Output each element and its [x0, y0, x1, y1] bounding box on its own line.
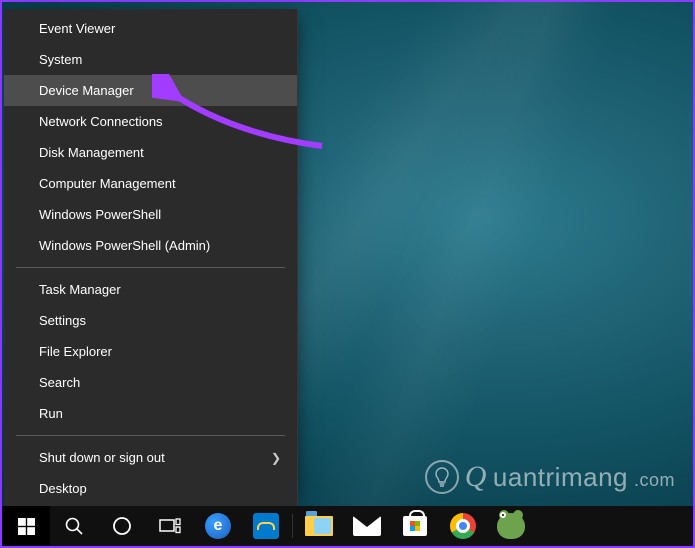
menu-item-desktop[interactable]: Desktop	[4, 473, 297, 504]
menu-item-label: Windows PowerShell (Admin)	[39, 238, 210, 253]
taskbar-app-store[interactable]	[391, 506, 439, 546]
folder-icon	[305, 516, 333, 536]
watermark-suffix: .com	[634, 470, 675, 491]
taskbar: e	[2, 506, 693, 546]
task-view-icon	[159, 518, 181, 534]
search-button[interactable]	[50, 506, 98, 546]
menu-item-label: Computer Management	[39, 176, 176, 191]
menu-item-label: Shut down or sign out	[39, 450, 165, 465]
windows-logo-icon	[18, 518, 35, 535]
menu-item-label: Desktop	[39, 481, 87, 496]
taskbar-divider	[292, 514, 293, 538]
menu-item-device-manager[interactable]: Device Manager	[4, 75, 297, 106]
mail-icon	[353, 516, 381, 536]
taskbar-app-mail[interactable]	[343, 506, 391, 546]
menu-item-label: File Explorer	[39, 344, 112, 359]
menu-item-network-connections[interactable]: Network Connections	[4, 106, 297, 137]
menu-item-label: Windows PowerShell	[39, 207, 161, 222]
lightbulb-icon	[425, 460, 459, 494]
menu-item-powershell[interactable]: Windows PowerShell	[4, 199, 297, 230]
chrome-icon	[450, 513, 476, 539]
menu-item-powershell-admin[interactable]: Windows PowerShell (Admin)	[4, 230, 297, 261]
menu-item-file-explorer[interactable]: File Explorer	[4, 336, 297, 367]
menu-item-system[interactable]: System	[4, 44, 297, 75]
menu-item-label: Task Manager	[39, 282, 121, 297]
menu-item-label: Event Viewer	[39, 21, 115, 36]
menu-item-search[interactable]: Search	[4, 367, 297, 398]
taskbar-app-frog[interactable]	[487, 506, 535, 546]
watermark: Q uantrimang .com	[425, 460, 675, 494]
store-icon	[403, 516, 427, 536]
menu-item-label: Search	[39, 375, 80, 390]
start-button[interactable]	[2, 506, 50, 546]
menu-item-task-manager[interactable]: Task Manager	[4, 274, 297, 305]
watermark-q: Q	[465, 460, 487, 494]
taskbar-app-dev[interactable]	[242, 506, 290, 546]
task-view-button[interactable]	[146, 506, 194, 546]
cortana-icon	[112, 516, 132, 536]
menu-item-shutdown[interactable]: Shut down or sign out ❯	[4, 442, 297, 473]
edge-icon: e	[205, 513, 231, 539]
menu-item-label: Settings	[39, 313, 86, 328]
dev-icon	[253, 513, 279, 539]
menu-item-disk-management[interactable]: Disk Management	[4, 137, 297, 168]
chevron-right-icon: ❯	[271, 451, 281, 465]
menu-item-run[interactable]: Run	[4, 398, 297, 429]
power-user-menu: Event Viewer System Device Manager Netwo…	[4, 9, 298, 508]
taskbar-app-edge[interactable]: e	[194, 506, 242, 546]
menu-item-computer-management[interactable]: Computer Management	[4, 168, 297, 199]
menu-item-event-viewer[interactable]: Event Viewer	[4, 13, 297, 44]
taskbar-app-explorer[interactable]	[295, 506, 343, 546]
menu-separator	[16, 435, 285, 436]
menu-item-settings[interactable]: Settings	[4, 305, 297, 336]
menu-item-label: Disk Management	[39, 145, 144, 160]
menu-separator	[16, 267, 285, 268]
frog-icon	[497, 513, 525, 539]
menu-item-label: Run	[39, 406, 63, 421]
menu-item-label: System	[39, 52, 82, 67]
menu-item-label: Network Connections	[39, 114, 163, 129]
menu-item-label: Device Manager	[39, 83, 134, 98]
search-icon	[64, 516, 84, 536]
cortana-button[interactable]	[98, 506, 146, 546]
taskbar-app-chrome[interactable]	[439, 506, 487, 546]
watermark-text: uantrimang	[493, 462, 628, 493]
